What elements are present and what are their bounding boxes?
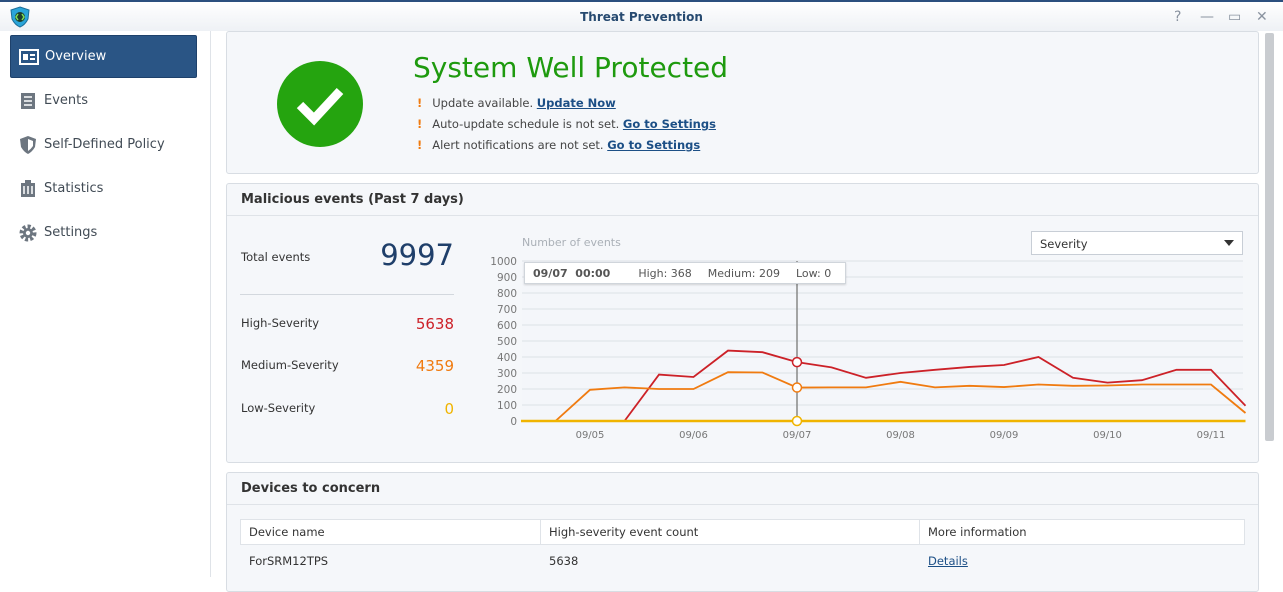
chart-tooltip: 09/07 00:00 High: 368 Medium: 209 Low: 0 — [524, 262, 846, 284]
details-link[interactable]: Details — [928, 554, 968, 568]
y-tick-label: 800 — [497, 288, 517, 300]
data-point-medium — [793, 383, 802, 392]
x-tick-label: 09/07 — [783, 430, 812, 441]
y-tick-label: 700 — [497, 304, 517, 316]
y-tick-label: 100 — [497, 400, 517, 412]
devices-panel-title: Devices to concern — [227, 473, 1258, 505]
y-tick-label: 300 — [497, 368, 517, 380]
table-row[interactable]: ForSRM12TPS5638Details — [241, 545, 1245, 578]
column-header[interactable]: Device name — [241, 520, 541, 545]
x-tick-label: 09/05 — [576, 430, 605, 441]
x-tick-label: 09/08 — [886, 430, 915, 441]
devices-table: Device nameHigh-severity event countMore… — [240, 519, 1245, 578]
y-tick-label: 400 — [497, 352, 517, 364]
data-point-low — [793, 417, 802, 426]
tooltip-time: 09/07 00:00 — [533, 267, 610, 280]
x-tick-label: 09/10 — [1093, 430, 1122, 441]
y-tick-label: 1000 — [490, 256, 517, 268]
y-tick-label: 200 — [497, 384, 517, 396]
y-tick-label: 900 — [497, 272, 517, 284]
column-header[interactable]: More information — [920, 520, 1245, 545]
y-tick-label: 0 — [510, 416, 517, 428]
y-tick-label: 600 — [497, 320, 517, 332]
tooltip-medium: Medium: 209 — [708, 267, 780, 280]
tooltip-low: Low: 0 — [796, 267, 831, 280]
x-tick-label: 09/11 — [1197, 430, 1226, 441]
column-header[interactable]: High-severity event count — [541, 520, 920, 545]
tooltip-high: High: 368 — [638, 267, 691, 280]
x-tick-label: 09/09 — [990, 430, 1019, 441]
data-point-high — [793, 358, 802, 367]
x-tick-label: 09/06 — [679, 430, 708, 441]
y-tick-label: 500 — [497, 336, 517, 348]
